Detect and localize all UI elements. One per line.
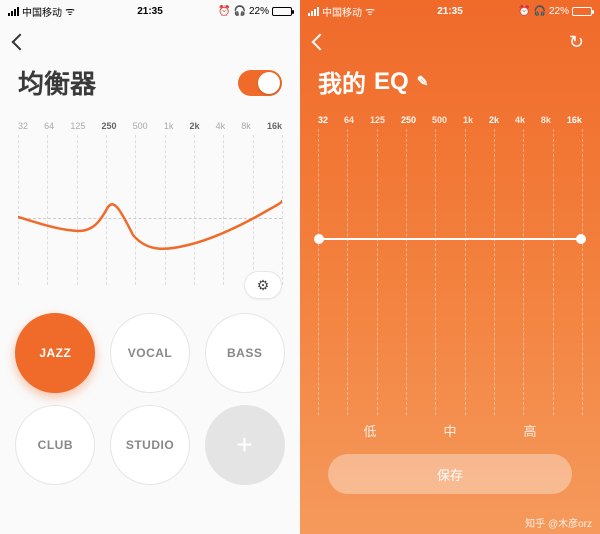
freq-label-32: 32: [318, 115, 328, 125]
preset-studio[interactable]: STUDIO: [110, 405, 190, 485]
status-time: 21:35: [137, 6, 163, 17]
status-time: 21:35: [437, 6, 463, 17]
alarm-icon: ⏰: [518, 6, 530, 17]
refresh-icon: ↻: [569, 32, 584, 52]
battery-icon: [272, 7, 292, 16]
eq-curve-chart[interactable]: ⚙: [18, 135, 282, 285]
carrier-label: 中国移动: [22, 4, 62, 19]
page-title: 我的 EQ ✎: [300, 64, 600, 109]
battery-percent: 22%: [249, 6, 269, 17]
my-eq-screen: 中国移动 ᯤ 21:35 ⏰ 🎧 22% ↻ 我的 EQ ✎ 32 64 125 25…: [300, 0, 600, 534]
settings-button[interactable]: ⚙: [244, 271, 282, 299]
freq-label-1k: 1k: [164, 121, 174, 131]
preset-jazz[interactable]: JAZZ: [15, 313, 95, 393]
frequency-labels: 32 64 125 250 500 1k 2k 4k 8k 16k: [300, 109, 600, 129]
edit-icon[interactable]: ✎: [417, 73, 429, 90]
headphone-icon: 🎧: [234, 6, 246, 17]
freq-label-32: 32: [18, 121, 28, 131]
back-icon[interactable]: [12, 34, 29, 51]
carrier-label: 中国移动: [322, 4, 362, 19]
range-label: 中: [443, 421, 456, 440]
reset-button[interactable]: ↻: [569, 32, 584, 53]
eq-flat-line[interactable]: [318, 238, 582, 240]
range-label: 高: [523, 421, 536, 440]
watermark: 知乎 @木彦orz: [525, 515, 592, 530]
back-icon[interactable]: [312, 34, 329, 51]
wifi-icon: ᯤ: [365, 4, 375, 19]
range-labels: 低中高: [300, 415, 600, 450]
freq-label-500: 500: [432, 115, 447, 125]
battery-icon: [572, 7, 592, 16]
freq-label-1k: 1k: [463, 115, 473, 125]
freq-label-8k: 8k: [241, 121, 251, 131]
preset-vocal[interactable]: VOCAL: [110, 313, 190, 393]
header: ↻: [300, 20, 600, 64]
status-bar: 中国移动 ᯤ 21:35 ⏰ 🎧 22%: [300, 0, 600, 20]
gear-icon: ⚙: [257, 277, 270, 294]
battery-percent: 22%: [549, 6, 569, 17]
eq-editor-chart[interactable]: [318, 129, 582, 415]
freq-label-16k: 16k: [567, 115, 582, 125]
preset-grid: JAZZVOCALBASS CLUBSTUDIO+: [0, 285, 300, 495]
equalizer-screen: 中国移动 ᯤ 21:35 ⏰ 🎧 22% 均衡器 32 64 125 250 500 1k…: [0, 0, 300, 534]
headphone-icon: 🎧: [534, 6, 546, 17]
freq-label-2k: 2k: [489, 115, 499, 125]
freq-label-64: 64: [344, 115, 354, 125]
header: [0, 20, 300, 64]
add-preset-button[interactable]: +: [205, 405, 285, 485]
preset-club[interactable]: CLUB: [15, 405, 95, 485]
status-bar: 中国移动 ᯤ 21:35 ⏰ 🎧 22%: [0, 0, 300, 20]
freq-label-16k: 16k: [267, 121, 282, 131]
alarm-icon: ⏰: [218, 6, 230, 17]
eq-handle-left[interactable]: [314, 234, 324, 244]
signal-icon: [308, 7, 319, 16]
page-title: 均衡器: [18, 64, 96, 101]
freq-label-4k: 4k: [216, 121, 226, 131]
freq-label-125: 125: [70, 121, 85, 131]
freq-label-250: 250: [401, 115, 416, 125]
signal-icon: [8, 7, 19, 16]
freq-label-125: 125: [370, 115, 385, 125]
freq-label-4k: 4k: [515, 115, 525, 125]
freq-label-250: 250: [101, 121, 116, 131]
eq-handle-right[interactable]: [576, 234, 586, 244]
freq-label-8k: 8k: [541, 115, 551, 125]
freq-label-2k: 2k: [189, 121, 199, 131]
range-label: 低: [363, 421, 376, 440]
wifi-icon: ᯤ: [65, 4, 75, 19]
eq-toggle[interactable]: [238, 70, 282, 96]
frequency-labels: 32 64 125 250 500 1k 2k 4k 8k 16k: [0, 115, 300, 135]
freq-label-64: 64: [44, 121, 54, 131]
freq-label-500: 500: [133, 121, 148, 131]
preset-bass[interactable]: BASS: [205, 313, 285, 393]
save-button[interactable]: 保存: [328, 454, 572, 494]
